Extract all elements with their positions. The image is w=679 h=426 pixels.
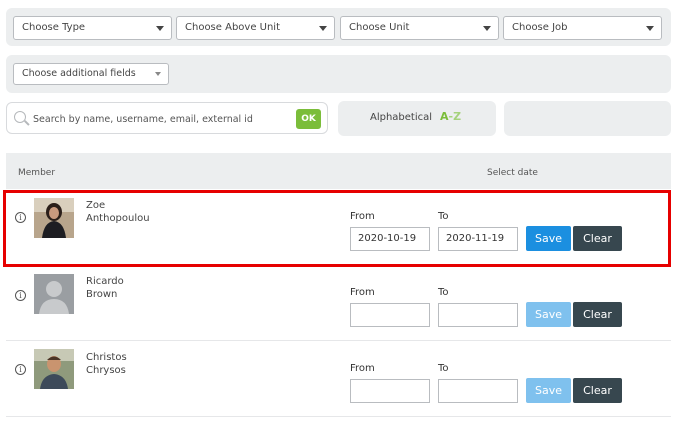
type-select[interactable]: Choose Type — [13, 16, 172, 40]
clear-button[interactable]: Clear — [573, 378, 622, 403]
info-icon[interactable]: i — [15, 212, 26, 223]
chevron-down-icon — [646, 26, 654, 31]
member-last-name: Brown — [86, 289, 118, 300]
member-first-name: Ricardo — [86, 276, 124, 287]
from-date-input[interactable]: 2020-10-19 — [350, 227, 430, 251]
above-unit-select-label: Choose Above Unit — [185, 22, 281, 33]
member-first-name: Zoe — [86, 200, 106, 211]
additional-fields-select[interactable]: Choose additional fields — [13, 63, 169, 85]
empty-panel — [504, 101, 671, 136]
job-select-label: Choose Job — [512, 22, 568, 33]
from-label: From — [350, 211, 375, 222]
to-date-input[interactable] — [438, 379, 518, 403]
chevron-down-icon — [483, 26, 491, 31]
search-input[interactable] — [33, 109, 293, 129]
from-date-input[interactable] — [350, 303, 430, 327]
avatar — [34, 349, 74, 389]
chevron-down-icon — [319, 26, 327, 31]
member-last-name: Anthopoulou — [86, 213, 150, 224]
save-button[interactable]: Save — [526, 378, 571, 403]
chevron-down-icon — [155, 72, 161, 76]
info-icon[interactable]: i — [15, 364, 26, 375]
from-label: From — [350, 287, 375, 298]
table-row: i Zoe Anthopoulou From To 2020-10-19 202… — [6, 189, 671, 265]
unit-select-label: Choose Unit — [349, 22, 410, 33]
table-row: i Christos Chrysos From To Save Clear — [6, 341, 671, 417]
search-ok-button[interactable]: OK — [296, 109, 321, 129]
above-unit-select[interactable]: Choose Above Unit — [176, 16, 335, 40]
to-date-input[interactable] — [438, 303, 518, 327]
header-member: Member — [18, 168, 56, 178]
member-first-name: Christos — [86, 352, 127, 363]
to-label: To — [438, 287, 449, 298]
save-button[interactable]: Save — [526, 226, 571, 251]
table-row: i Ricardo Brown From To Save Clear — [6, 265, 671, 341]
sort-az-icon[interactable]: A-Z — [440, 110, 461, 123]
sort-alphabetical-label: Alphabetical — [370, 112, 433, 123]
table-header: Member Select date — [6, 153, 671, 189]
search-bar: OK — [6, 102, 328, 134]
to-label: To — [438, 211, 449, 222]
additional-fields-label: Choose additional fields — [22, 68, 136, 79]
member-last-name: Chrysos — [86, 365, 126, 376]
avatar — [34, 274, 74, 314]
header-select-date: Select date — [487, 168, 538, 178]
clear-button[interactable]: Clear — [573, 226, 622, 251]
type-select-label: Choose Type — [22, 22, 86, 33]
az-z: Z — [453, 110, 462, 123]
search-icon — [14, 111, 26, 123]
job-select[interactable]: Choose Job — [503, 16, 662, 40]
clear-button[interactable]: Clear — [573, 302, 622, 327]
avatar — [34, 198, 74, 238]
to-date-input[interactable]: 2020-11-19 — [438, 227, 518, 251]
to-label: To — [438, 363, 449, 374]
chevron-down-icon — [156, 26, 164, 31]
save-button[interactable]: Save — [526, 302, 571, 327]
from-date-input[interactable] — [350, 379, 430, 403]
unit-select[interactable]: Choose Unit — [340, 16, 499, 40]
from-label: From — [350, 363, 375, 374]
az-a: A — [440, 110, 449, 123]
info-icon[interactable]: i — [15, 290, 26, 301]
